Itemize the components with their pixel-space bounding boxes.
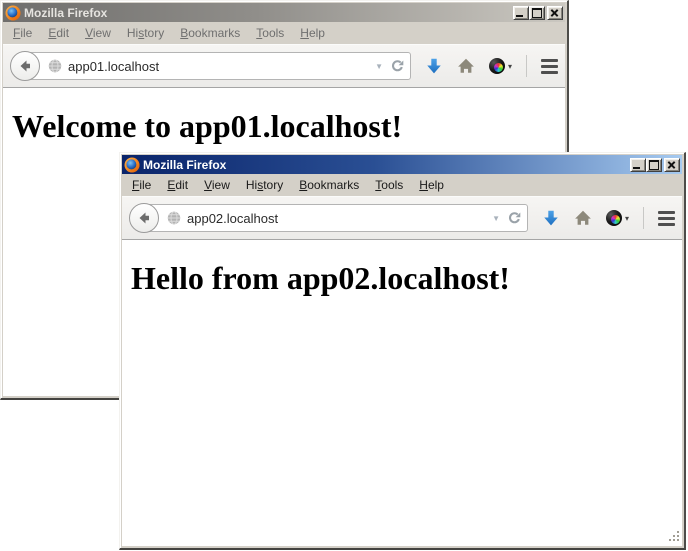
menu-bookmarks[interactable]: Bookmarks (172, 23, 248, 44)
download-button[interactable] (425, 54, 443, 78)
home-icon (457, 57, 475, 75)
window-title: Mozilla Firefox (143, 158, 226, 172)
toolbar-separator (643, 207, 644, 229)
titlebar[interactable]: Mozilla Firefox (3, 3, 565, 22)
menu-view[interactable]: View (77, 23, 119, 44)
navigation-toolbar: ▼ ▾ (3, 44, 565, 88)
reload-icon (390, 59, 405, 74)
hamburger-icon (541, 59, 558, 62)
globe-icon[interactable] (48, 59, 62, 73)
menu-button[interactable] (658, 206, 675, 230)
page-heading: Welcome to app01.localhost! (12, 108, 565, 145)
back-button[interactable] (10, 51, 40, 81)
url-input[interactable] (185, 210, 485, 227)
url-bar[interactable]: ▼ (144, 204, 528, 232)
home-button[interactable] (457, 54, 475, 78)
menu-bar: File Edit View History Bookmarks Tools H… (122, 174, 682, 196)
window-title: Mozilla Firefox (24, 6, 107, 20)
menu-view[interactable]: View (196, 175, 238, 196)
url-input[interactable] (66, 58, 368, 75)
chevron-down-icon: ▾ (508, 62, 512, 71)
page-heading: Hello from app02.localhost! (131, 260, 682, 297)
menu-edit[interactable]: Edit (159, 175, 196, 196)
menu-bar: File Edit View History Bookmarks Tools H… (3, 22, 565, 44)
close-button[interactable] (664, 158, 680, 172)
menu-file[interactable]: File (124, 175, 159, 196)
reload-button[interactable] (507, 210, 523, 226)
menu-edit[interactable]: Edit (40, 23, 77, 44)
hamburger-icon (658, 211, 675, 214)
toolbar-separator (526, 55, 527, 77)
chevron-down-icon: ▾ (625, 214, 629, 223)
menu-tools[interactable]: Tools (248, 23, 292, 44)
menu-button[interactable] (541, 54, 558, 78)
menu-history[interactable]: History (238, 175, 291, 196)
minimize-button[interactable] (630, 158, 646, 172)
globe-icon[interactable] (167, 211, 181, 225)
home-icon (574, 209, 592, 227)
firefox-icon (5, 5, 21, 21)
maximize-icon (532, 8, 542, 18)
reload-button[interactable] (390, 58, 406, 74)
window-controls (513, 6, 563, 20)
minimize-button[interactable] (513, 6, 529, 20)
download-arrow-icon (425, 57, 443, 75)
back-button[interactable] (129, 203, 159, 233)
extension-button[interactable]: ▾ (606, 206, 629, 230)
history-dropdown-icon[interactable]: ▼ (489, 214, 503, 223)
url-bar[interactable]: ▼ (25, 52, 411, 80)
maximize-button[interactable] (646, 158, 662, 172)
maximize-button[interactable] (529, 6, 545, 20)
extension-button[interactable]: ▾ (489, 54, 512, 78)
reload-icon (507, 211, 522, 226)
firefox-icon (124, 157, 140, 173)
menu-help[interactable]: Help (411, 175, 452, 196)
back-arrow-icon (136, 210, 152, 226)
menu-history[interactable]: History (119, 23, 172, 44)
resize-grip[interactable] (667, 531, 680, 544)
navigation-toolbar: ▼ ▾ (122, 196, 682, 240)
window-controls (630, 158, 680, 172)
minimize-icon (516, 15, 523, 17)
colorzilla-extension-icon (489, 58, 505, 74)
menu-help[interactable]: Help (292, 23, 333, 44)
download-button[interactable] (542, 206, 560, 230)
menu-bookmarks[interactable]: Bookmarks (291, 175, 367, 196)
page-content: Hello from app02.localhost! (122, 240, 682, 546)
window-app02: Mozilla Firefox File Edit View History B… (119, 152, 686, 550)
minimize-icon (633, 167, 640, 169)
desktop: Mozilla Firefox File Edit View History B… (0, 0, 688, 551)
close-button[interactable] (547, 6, 563, 20)
home-button[interactable] (574, 206, 592, 230)
titlebar[interactable]: Mozilla Firefox (122, 155, 682, 174)
back-arrow-icon (17, 58, 33, 74)
colorzilla-extension-icon (606, 210, 622, 226)
history-dropdown-icon[interactable]: ▼ (372, 62, 386, 71)
menu-file[interactable]: File (5, 23, 40, 44)
menu-tools[interactable]: Tools (367, 175, 411, 196)
download-arrow-icon (542, 209, 560, 227)
maximize-icon (649, 160, 659, 170)
